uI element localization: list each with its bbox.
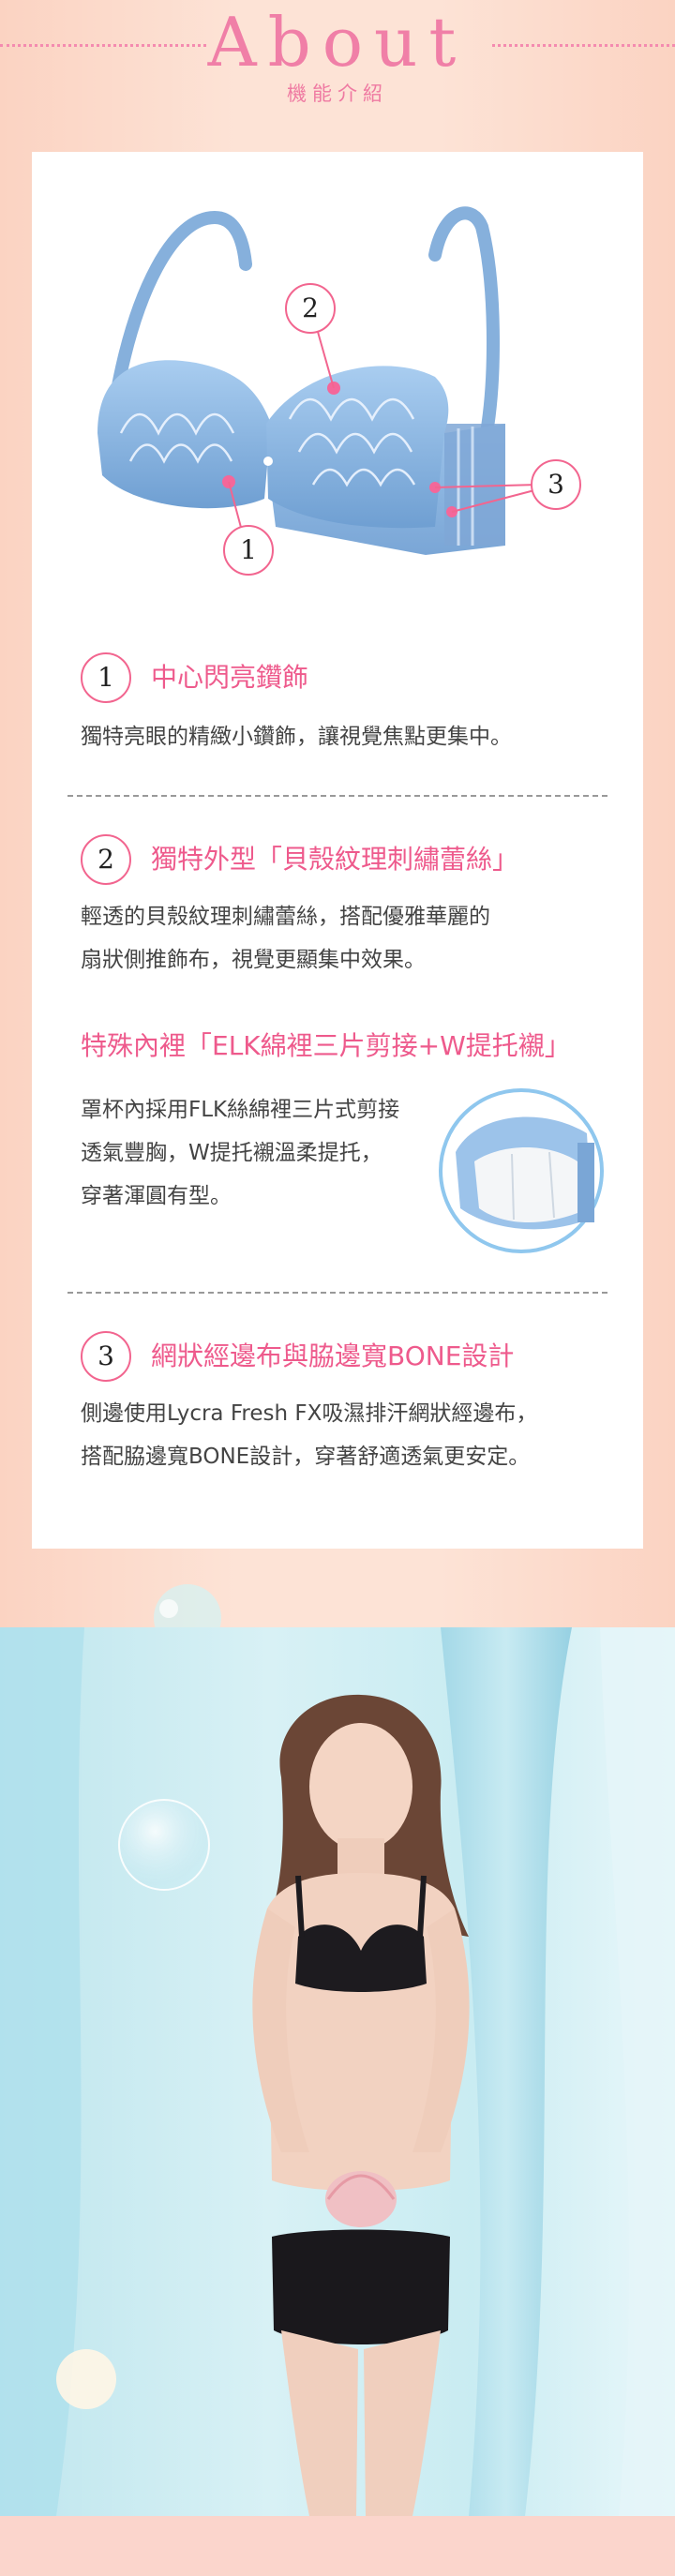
lining-text-line-2: 透氣豐胸，W提托襯溫柔提托， <box>81 1141 382 1165</box>
lining-title: 特殊內裡「ELK綿裡三片剪接+W提托襯」 <box>81 1030 571 1061</box>
model-photo-illustration <box>0 1627 675 2516</box>
callout-1: 1 <box>223 525 274 576</box>
feature-1-number: 1 <box>81 652 131 703</box>
feature-3-text-line-2: 搭配脇邊寬BONE設計，穿著舒適透氣更安定。 <box>81 1445 531 1469</box>
bottom-band <box>0 2516 675 2576</box>
about-subtitle: 機能介紹 <box>287 82 388 105</box>
divider-1 <box>68 795 608 797</box>
bra-diagram: 2 3 1 <box>32 152 643 602</box>
callout-3: 3 <box>531 459 581 510</box>
feature-3-title: 網狀經邊布與脇邊寬BONE設計 <box>151 1340 515 1371</box>
callout-2: 2 <box>285 283 336 334</box>
feature-2-title: 獨特外型「貝殼紋理刺繡蕾絲」 <box>151 844 519 875</box>
about-header: About 機能介紹 <box>0 0 675 141</box>
feature-2-text-line-1: 輕透的貝殼紋理刺繡蕾絲，搭配優雅華麗的 <box>81 905 490 929</box>
feature-1-title: 中心閃亮鑽飾 <box>151 662 309 693</box>
feature-3-text-line-1: 側邊使用Lycra Fresh FX吸濕排汗網狀經邊布， <box>81 1401 538 1426</box>
feature-1-text-line-1: 獨特亮眼的精緻小鑽飾，讓視覺焦點更集中。 <box>81 725 512 749</box>
divider-2 <box>68 1292 608 1294</box>
feature-2-number: 2 <box>81 834 131 885</box>
lining-text-line-3: 穿著渾圓有型。 <box>81 1184 232 1208</box>
feature-2-text-line-2: 扇狀側推飾布，視覺更顯集中效果。 <box>81 948 426 972</box>
cup-lining-closeup <box>439 1088 604 1253</box>
model-photo <box>0 1627 675 2516</box>
bra-illustration <box>98 206 539 555</box>
lining-text-line-1: 罩杯內採用FLK絲綿裡三片式剪接 <box>81 1098 400 1122</box>
feature-card: 2 3 1 1 中心閃亮鑽飾 獨特亮眼的精緻小鑽飾，讓視覺焦點更集中。 2 獨特… <box>32 152 643 1549</box>
feature-3-number: 3 <box>81 1331 131 1382</box>
about-title: About <box>207 3 468 82</box>
